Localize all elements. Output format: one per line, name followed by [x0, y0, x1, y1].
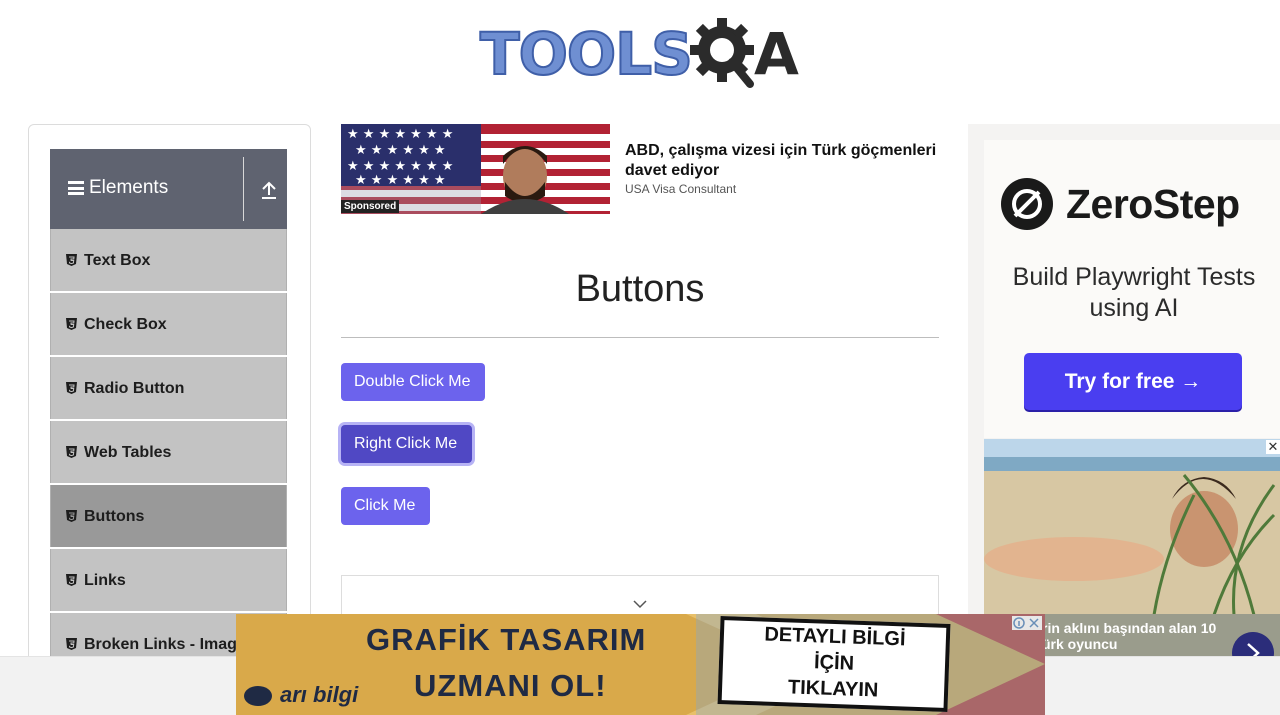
svg-text:★ ★ ★ ★ ★ ★ ★: ★ ★ ★ ★ ★ ★ ★ — [347, 159, 453, 174]
banner-cta[interactable]: DETAYLI BİLGİ İÇİN TIKLAYIN — [717, 616, 951, 712]
collapse-up-icon[interactable] — [258, 179, 280, 201]
sponsored-badge: Sponsored — [341, 200, 400, 213]
html5-icon — [66, 638, 77, 650]
gear-search-icon — [690, 18, 754, 88]
html5-icon — [66, 382, 77, 394]
svg-text:★ ★ ★ ★ ★ ★ ★: ★ ★ ★ ★ ★ ★ ★ — [347, 127, 453, 142]
sidebar-item-buttons[interactable]: Buttons — [50, 485, 287, 547]
close-icon[interactable]: ✕ — [1266, 440, 1280, 454]
beach-photo — [984, 439, 1280, 615]
zerostep-logo-icon — [1001, 178, 1053, 230]
sidebar-item-check-box[interactable]: Check Box — [50, 293, 287, 355]
double-click-button[interactable]: Double Click Me — [341, 363, 485, 401]
svg-text:★ ★ ★ ★ ★ ★: ★ ★ ★ ★ ★ ★ — [355, 173, 446, 188]
banner-brand: arı bilgi — [280, 682, 359, 707]
try-for-free-button[interactable]: Try for free → — [1024, 353, 1242, 410]
html5-icon — [66, 574, 77, 586]
beach-ad-image[interactable] — [984, 439, 1280, 615]
bottom-banner-ad[interactable]: GRAFİK TASARIM UZMANI OL! arı bilgi DETA… — [236, 614, 1045, 715]
sidebar-item-text-box[interactable]: Text Box — [50, 229, 287, 291]
click-me-button[interactable]: Click Me — [341, 487, 430, 525]
banner-headline-2: UZMANI OL! — [414, 668, 607, 703]
html5-icon — [66, 446, 77, 458]
caption-line-1: rin aklını başından alan 10 — [1042, 620, 1217, 636]
sidebar-item-label: Web Tables — [84, 444, 172, 461]
sidebar-item-radio-button[interactable]: Radio Button — [50, 357, 287, 419]
banner-headline-1: GRAFİK TASARIM — [366, 622, 647, 657]
sidebar-item-links[interactable]: Links — [50, 549, 287, 611]
html5-icon — [66, 510, 77, 522]
logo-text: TOOLS — [479, 20, 694, 88]
sidebar-item-label: Links — [84, 572, 126, 589]
title-divider — [341, 337, 939, 338]
caption-text: rin aklını başından alan 10 ürk oyuncu — [1042, 620, 1216, 652]
elements-group-header[interactable]: Elements — [50, 149, 287, 229]
html5-icon — [66, 254, 77, 266]
hamburger-icon — [68, 181, 84, 195]
sidebar-item-web-tables[interactable]: Web Tables — [50, 421, 287, 483]
chevron-down-icon[interactable] — [633, 599, 647, 609]
sidebar-item-label: Check Box — [84, 316, 167, 333]
ad-headline[interactable]: ABD, çalışma vizesi için Türk göçmenleri… — [625, 141, 970, 181]
sidebar-menu: Text Box Check Box Radio Button Web Tabl… — [50, 229, 287, 677]
html5-icon — [66, 318, 77, 330]
svg-text:★ ★ ★ ★ ★ ★: ★ ★ ★ ★ ★ ★ — [355, 143, 446, 158]
right-click-button[interactable]: Right Click Me — [341, 425, 472, 463]
zerostep-brand: ZeroStep — [1066, 181, 1240, 227]
sidebar-item-label: Broken Links - Images — [84, 636, 255, 653]
caption-line-2: ürk oyuncu — [1042, 636, 1118, 652]
sidebar-item-label: Buttons — [84, 508, 145, 525]
header-divider — [243, 157, 244, 221]
ad-info-close-icon[interactable] — [1012, 616, 1042, 630]
sidebar-item-label: Text Box — [84, 252, 151, 269]
zerostep-tagline: Build Playwright Tests using AI — [1012, 263, 1256, 322]
sidebar-item-label: Radio Button — [84, 380, 185, 397]
logo-suffix: A — [754, 20, 799, 88]
toolsqa-logo[interactable]: TOOLS A — [479, 14, 805, 92]
page-title: Buttons — [575, 268, 705, 310]
group-title: Elements — [89, 177, 169, 198]
ad-source[interactable]: USA Visa Consultant — [625, 182, 736, 196]
